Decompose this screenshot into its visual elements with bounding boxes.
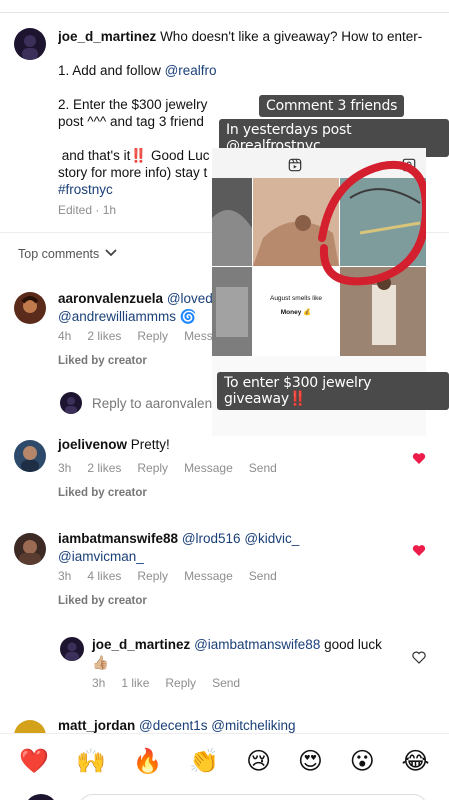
reaction-heart-eyes[interactable]: 😍	[298, 747, 323, 775]
comment-mention[interactable]: @lovede	[167, 291, 218, 306]
comment-likes[interactable]: 4 likes	[87, 569, 121, 583]
top-comments-label[interactable]: Top comments	[18, 247, 99, 261]
caption-hashtag[interactable]: #frostnyc	[58, 182, 113, 197]
liked-by-creator: Liked by creator	[58, 487, 147, 499]
send-button[interactable]: Send	[249, 569, 277, 583]
liked-by-creator: Liked by creator	[58, 355, 147, 367]
reply-button[interactable]: Reply	[165, 676, 196, 690]
reply-avatar[interactable]	[60, 637, 84, 661]
comment-time: 3h	[92, 676, 106, 690]
comment-likes[interactable]: 2 likes	[87, 329, 121, 343]
caption-line1: Who doesn't like a giveaway? How to ente…	[160, 29, 423, 44]
comment-username[interactable]: iambatmanswife88	[58, 531, 178, 546]
comment-time: 3h	[58, 461, 72, 475]
comment-mention[interactable]: @lrod516	[182, 531, 241, 546]
author-avatar[interactable]	[14, 28, 46, 60]
my-avatar	[60, 392, 82, 414]
reaction-surprised[interactable]: 😮	[350, 747, 375, 775]
reaction-heart[interactable]: ❤️	[19, 747, 49, 775]
comment-username[interactable]: joelivenow	[58, 437, 127, 452]
caption-end: and that's it	[61, 148, 131, 163]
comment-input-strip[interactable]	[0, 788, 449, 800]
comment-mention[interactable]: @kidvic_	[244, 531, 299, 546]
reaction-bar: ❤️ 🙌 🔥 👏 😢 😍 😮 😂	[0, 733, 449, 788]
heart-icon[interactable]	[412, 544, 426, 557]
post-edited-meta: Edited · 1h	[58, 203, 117, 217]
comment-joelivenow: joelivenow Pretty!	[58, 436, 170, 454]
composer-avatar	[24, 794, 58, 800]
reaction-laugh[interactable]: 😂	[402, 747, 430, 775]
comment-meta: 3h 2 likes Reply Message Send	[58, 461, 293, 475]
comment-username[interactable]: matt_jordan	[58, 718, 135, 733]
comment-username[interactable]: joe_d_martinez	[92, 637, 190, 652]
story-label-giveaway: To enter $300 jewelry giveaway‼️	[217, 372, 449, 410]
commenter-avatar[interactable]	[14, 440, 46, 472]
reaction-raised-hands[interactable]: 🙌	[76, 747, 106, 775]
commenter-avatar[interactable]	[14, 533, 46, 565]
reaction-clap[interactable]: 👏	[189, 747, 219, 775]
message-button[interactable]: Message	[184, 569, 233, 583]
caption-end-emoji: ‼️	[130, 148, 148, 163]
top-divider	[0, 12, 449, 13]
message-button[interactable]: Message	[184, 461, 233, 475]
reaction-fire[interactable]: 🔥	[133, 747, 163, 775]
comment-mention[interactable]: @mitcheliking	[211, 718, 295, 733]
reply-button[interactable]: Reply	[137, 329, 168, 343]
comment-username[interactable]: aaronvalenzuela	[58, 291, 163, 306]
caption-step1-mention[interactable]: @realfro	[165, 63, 217, 78]
reply-to-input[interactable]: Reply to aaronvalen	[92, 396, 212, 411]
comment-emoji: 🌀	[179, 309, 197, 324]
caption-step1: 1. Add and follow	[58, 63, 165, 78]
composer-field[interactable]	[78, 794, 428, 800]
story-label-giveaway-emoji: ‼️	[288, 391, 307, 407]
heart-outline-icon[interactable]	[412, 651, 426, 664]
comment-mention[interactable]: @andrewilliammms	[58, 309, 176, 324]
reaction-cry[interactable]: 😢	[246, 747, 271, 775]
story-label-post-text: In yesterdays post	[226, 122, 352, 138]
red-circle-annotation	[318, 160, 426, 286]
comment-mention[interactable]: @iamvicman_	[58, 549, 144, 564]
comment-likes[interactable]: 2 likes	[87, 461, 121, 475]
comment-likes[interactable]: 1 like	[121, 676, 149, 690]
comment-meta: 3h 1 like Reply Send	[92, 676, 256, 690]
post-author[interactable]: joe_d_martinez	[58, 29, 156, 44]
send-button[interactable]: Send	[249, 461, 277, 475]
comment-text: Pretty!	[130, 437, 170, 452]
comment-mention[interactable]: @iambatmanswife88	[194, 637, 320, 652]
chevron-down-icon[interactable]	[104, 247, 118, 259]
heart-icon[interactable]	[412, 452, 426, 465]
comment-time: 3h	[58, 569, 72, 583]
comment-emoji: 👍🏼	[92, 655, 109, 670]
liked-by-creator: Liked by creator	[58, 595, 147, 607]
send-button[interactable]: Send	[212, 676, 240, 690]
comment-iambatmanswife88: iambatmanswife88 @lrod516 @kidvic_ @iamv…	[58, 530, 299, 566]
comment-mention[interactable]: @decent1s	[139, 718, 208, 733]
story-image[interactable]: August smells like Money 💰	[212, 148, 426, 356]
commenter-avatar[interactable]	[14, 292, 46, 324]
reply-joe: joe_d_martinez @iambatmanswife88 good lu…	[92, 636, 402, 672]
message-button[interactable]: Mess	[184, 329, 213, 343]
comment-aaron: aaronvalenzuela @lovede @andrewilliammms…	[58, 290, 218, 326]
caption-end-suffix: Good Luc	[147, 148, 210, 163]
comment-meta: 4h 2 likes Reply Mess	[58, 329, 229, 343]
reply-button[interactable]: Reply	[137, 569, 168, 583]
comment-meta: 3h 4 likes Reply Message Send	[58, 569, 293, 583]
reply-button[interactable]: Reply	[137, 461, 168, 475]
story-label-comment: Comment 3 friends	[259, 95, 405, 117]
comment-time: 4h	[58, 329, 72, 343]
comment-text: good luck	[324, 637, 382, 652]
